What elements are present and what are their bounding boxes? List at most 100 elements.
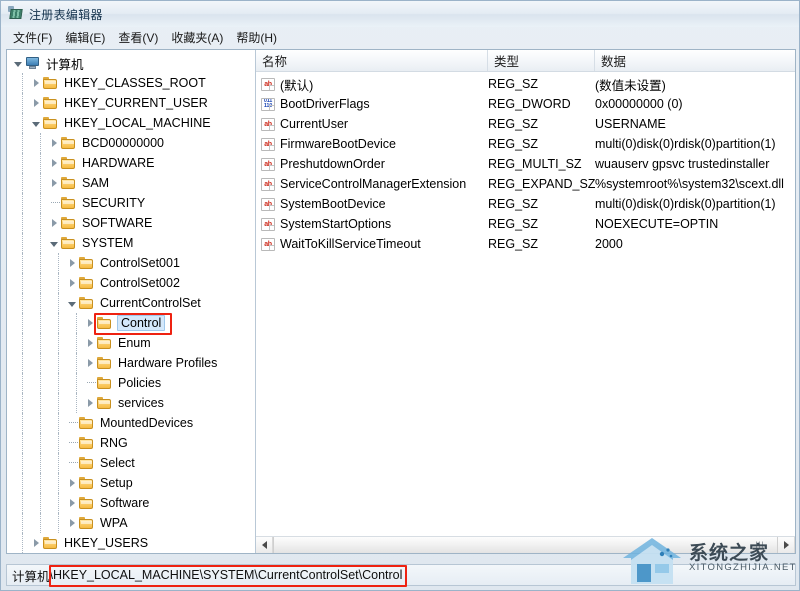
table-row[interactable]: ab (默认) REG_SZ (数值未设置) (256, 74, 795, 94)
expand-arrow-icon[interactable] (65, 513, 79, 533)
folder-icon (97, 356, 113, 370)
tree-item-select[interactable]: Select (7, 453, 255, 473)
expand-arrow-icon[interactable] (47, 173, 61, 193)
expand-arrow-icon[interactable] (65, 273, 79, 293)
tree-item-controlset002[interactable]: ControlSet002 (7, 273, 255, 293)
window-title: 注册表编辑器 (29, 7, 103, 22)
tree-item-software[interactable]: SOFTWARE (7, 213, 255, 233)
tree-guide-line (40, 373, 41, 393)
tree-guide-line (76, 313, 77, 333)
tree-item-hardware-profiles[interactable]: Hardware Profiles (7, 353, 255, 373)
expand-arrow-icon[interactable] (83, 393, 97, 413)
tree-item-hardware[interactable]: HARDWARE (7, 153, 255, 173)
registry-values-list[interactable]: ab (默认) REG_SZ (数值未设置) 011 110 BootDriverFlags… (256, 72, 795, 536)
tree-item-label: RNG (100, 436, 128, 450)
tree-item-software[interactable]: Software (7, 493, 255, 513)
expand-arrow-icon[interactable] (83, 313, 97, 333)
tree-guide-line (40, 313, 41, 333)
tree-item-[interactable]: 计算机 (7, 53, 255, 73)
tree-item-mounteddevices[interactable]: MountedDevices (7, 413, 255, 433)
expand-arrow-icon[interactable] (47, 133, 61, 153)
tree-item-hkey-users[interactable]: HKEY_USERS (7, 533, 255, 553)
tree-item-currentcontrolset[interactable]: CurrentControlSet (7, 293, 255, 313)
expand-arrow-icon[interactable] (83, 353, 97, 373)
expand-arrow-icon[interactable] (65, 473, 79, 493)
menu-view[interactable]: 查看(V) (114, 28, 167, 48)
tree-item-hkey-classes-root[interactable]: HKEY_CLASSES_ROOT (7, 73, 255, 93)
expand-arrow-icon[interactable] (47, 213, 61, 233)
tree-item-label: Select (100, 456, 135, 470)
value-name-cell: ab WaitToKillServiceTimeout (256, 237, 488, 251)
tree-guide-line (22, 433, 23, 453)
tree-item-label: 计算机 (46, 57, 84, 72)
value-type-cell: REG_SZ (488, 137, 539, 151)
expand-arrow-icon[interactable] (47, 153, 61, 173)
scroll-left-button[interactable] (256, 537, 273, 553)
tree-item-system[interactable]: SYSTEM (7, 233, 255, 253)
registry-tree-pane[interactable]: 计算机 HKEY_CLASSES_ROOT HKEY_CURRENT_USER HKE… (7, 50, 256, 553)
tree-leaf-connector-icon (65, 433, 79, 453)
tree-item-rng[interactable]: RNG (7, 433, 255, 453)
tree-item-wpa[interactable]: WPA (7, 513, 255, 533)
column-header-name[interactable]: 名称 (256, 50, 488, 71)
scrollbar-thumb[interactable] (273, 537, 778, 553)
tree-item-policies[interactable]: Policies (7, 373, 255, 393)
tree-guide-line (22, 233, 23, 253)
column-header-data[interactable]: 数据 (595, 50, 795, 71)
table-row[interactable]: ab ServiceControlManagerExtension REG_EXPA… (256, 174, 795, 194)
tree-guide-line (22, 213, 23, 233)
folder-icon (61, 136, 77, 150)
tree-guide-line (22, 373, 23, 393)
value-name-cell: ab ServiceControlManagerExtension (256, 177, 488, 191)
tree-guide-line (76, 333, 77, 353)
menu-file[interactable]: 文件(F) (9, 28, 61, 48)
folder-icon (97, 336, 113, 350)
menu-favorites[interactable]: 收藏夹(A) (167, 28, 232, 48)
tree-item-setup[interactable]: Setup (7, 473, 255, 493)
collapse-arrow-icon[interactable] (65, 293, 79, 313)
expand-arrow-icon[interactable] (83, 333, 97, 353)
string-value-icon: ab (261, 157, 275, 171)
registry-values-pane[interactable]: 名称 类型 数据 ab (默认) REG_SZ (数值未设置) 011 110 BootDr… (256, 50, 795, 553)
tree-item-security[interactable]: SECURITY (7, 193, 255, 213)
tree-item-control[interactable]: Control (7, 313, 255, 333)
tree-item-enum[interactable]: Enum (7, 333, 255, 353)
tree-item-label: HKEY_LOCAL_MACHINE (64, 116, 211, 130)
table-row[interactable]: ab SystemStartOptions REG_SZ NOEXECUTE=OPT… (256, 214, 795, 234)
dword-value-icon: 011 110 (261, 97, 275, 111)
table-row[interactable]: ab FirmwareBootDevice REG_SZ multi(0)disk(0… (256, 134, 795, 154)
expand-arrow-icon[interactable] (65, 493, 79, 513)
collapse-arrow-icon[interactable] (11, 53, 25, 73)
value-name-cell: ab CurrentUser (256, 117, 488, 131)
tree-item-hkey-local-machine[interactable]: HKEY_LOCAL_MACHINE (7, 113, 255, 133)
registry-tree[interactable]: 计算机 HKEY_CLASSES_ROOT HKEY_CURRENT_USER HKE… (7, 50, 255, 553)
column-header-type[interactable]: 类型 (488, 50, 595, 71)
tree-leaf-connector-icon (65, 453, 79, 473)
tree-item-controlset001[interactable]: ControlSet001 (7, 253, 255, 273)
table-row[interactable]: ab WaitToKillServiceTimeout REG_SZ 2000 (256, 234, 795, 254)
value-type-cell: REG_EXPAND_SZ (488, 177, 595, 191)
tree-item-label: Policies (118, 376, 162, 390)
tree-item-hkey-current-user[interactable]: HKEY_CURRENT_USER (7, 93, 255, 113)
tree-guide-line (58, 273, 59, 293)
expand-arrow-icon[interactable] (29, 533, 43, 553)
expand-arrow-icon[interactable] (65, 253, 79, 273)
table-row[interactable]: ab SystemBootDevice REG_SZ multi(0)disk(0)r… (256, 194, 795, 214)
table-row[interactable]: ab CurrentUser REG_SZ USERNAME (256, 114, 795, 134)
expand-arrow-icon[interactable] (29, 93, 43, 113)
tree-guide-line (22, 473, 23, 493)
collapse-arrow-icon[interactable] (47, 233, 61, 253)
scroll-right-button[interactable] (778, 537, 795, 553)
collapse-arrow-icon[interactable] (29, 113, 43, 133)
table-row[interactable]: ab PreshutdownOrder REG_MULTI_SZ wuauserv g… (256, 154, 795, 174)
expand-arrow-icon[interactable] (29, 73, 43, 93)
folder-icon (61, 196, 77, 210)
tree-item-services[interactable]: services (7, 393, 255, 413)
menu-edit[interactable]: 编辑(E) (61, 28, 114, 48)
table-row[interactable]: 011 110 BootDriverFlags REG_DWORD 0x00000000… (256, 94, 795, 114)
tree-item-sam[interactable]: SAM (7, 173, 255, 193)
horizontal-scrollbar[interactable] (256, 536, 795, 553)
menu-help[interactable]: 帮助(H) (232, 28, 286, 48)
tree-item-bcd00000000[interactable]: BCD00000000 (7, 133, 255, 153)
tree-guide-line (58, 493, 59, 513)
